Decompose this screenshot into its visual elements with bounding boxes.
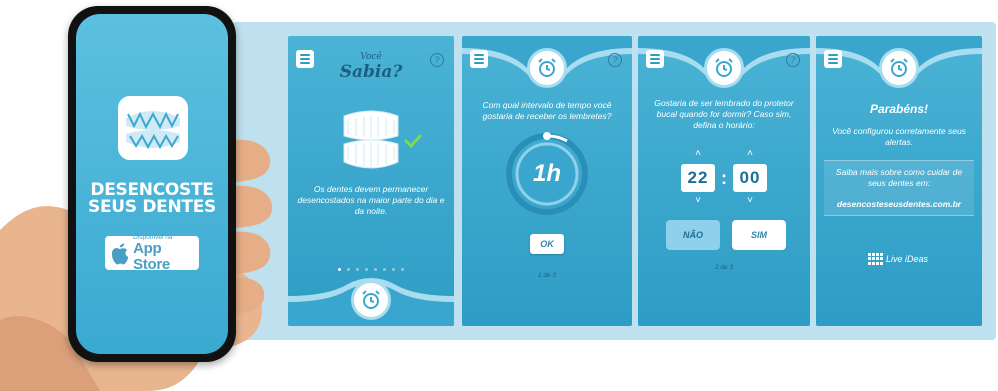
app-store-text: Disponível na App Store <box>133 234 199 273</box>
screen-congrats: Parabéns! Você configurou corretamente s… <box>816 36 982 326</box>
voce-label: Você <box>360 52 382 62</box>
help-button[interactable]: ? <box>786 53 800 67</box>
hour-down-chevron-icon[interactable]: ˅ <box>693 196 703 206</box>
page-dot-active[interactable] <box>338 268 341 271</box>
page-dot[interactable] <box>347 268 350 271</box>
alarm-clock-icon <box>879 48 919 88</box>
app-store-big: App Store <box>133 239 170 273</box>
app-title-line2: SEUS DENTES <box>88 197 216 217</box>
alarm-clock-icon <box>527 48 567 88</box>
teeth-icon <box>118 96 188 160</box>
ok-button[interactable]: OK <box>530 234 564 254</box>
step-indicator: 2 de 3 <box>714 264 734 271</box>
website-link[interactable]: desencosteseusdentes.com.br <box>824 199 974 210</box>
learn-more-text: Saiba mais sobre como cuidar de seus den… <box>835 167 963 188</box>
page-dot[interactable] <box>365 268 368 271</box>
alarm-clock-icon[interactable] <box>351 280 391 320</box>
interval-value: 1h <box>532 160 561 187</box>
page-dots <box>288 268 454 271</box>
congrats-title: Parabéns! <box>869 102 929 116</box>
alarm-clock-icon <box>704 48 744 88</box>
screen-bedtime: ? Gostaria de ser lembrado do protetor b… <box>638 36 810 326</box>
minute-up-chevron-icon[interactable]: ˄ <box>745 149 755 159</box>
help-button[interactable]: ? <box>608 53 622 67</box>
live-ideas-icon <box>868 253 883 265</box>
minute-down-chevron-icon[interactable]: ˅ <box>745 196 755 206</box>
menu-button[interactable] <box>470 50 488 68</box>
interval-question: Com qual intervalo de tempo você gostari… <box>482 100 612 121</box>
check-icon <box>404 134 422 148</box>
fact-text: Os dentes devem permanecer desencostados… <box>297 184 445 216</box>
minute-field[interactable]: 00 <box>733 164 767 192</box>
phone-device: DESENCOSTE SEUS DENTES Disponível na App… <box>68 6 236 362</box>
no-button[interactable]: NÃO <box>666 220 720 250</box>
screen-interval: ? Com qual intervalo de tempo você gosta… <box>462 36 632 326</box>
app-title: DESENCOSTE SEUS DENTES <box>76 182 228 216</box>
yes-button[interactable]: SIM <box>732 220 786 250</box>
screen-did-you-know: ? Você Sabia? Os dentes devem permanecer… <box>288 36 454 326</box>
phone-screen: DESENCOSTE SEUS DENTES Disponível na App… <box>76 14 228 354</box>
learn-more-box: Saiba mais sobre como cuidar de seus den… <box>824 160 974 216</box>
page-dot[interactable] <box>374 268 377 271</box>
page-dot[interactable] <box>356 268 359 271</box>
time-colon: : <box>721 167 727 188</box>
configured-text: Você configurou corretamente seus alerta… <box>832 126 966 147</box>
step-indicator: 1 de 3 <box>537 272 557 279</box>
page-dot[interactable] <box>383 268 386 271</box>
page-dot[interactable] <box>392 268 395 271</box>
menu-button[interactable] <box>646 50 664 68</box>
hour-up-chevron-icon[interactable]: ˄ <box>693 149 703 159</box>
teeth-icon <box>343 110 399 169</box>
brand-name: Live iDeas <box>886 254 929 264</box>
apple-icon <box>111 243 129 265</box>
brand-logo: Live iDeas <box>868 253 928 265</box>
bedtime-question: Gostaria de ser lembrado do protetor buc… <box>654 98 794 130</box>
app-store-badge[interactable]: Disponível na App Store <box>105 234 199 273</box>
app-showcase: DESENCOSTE SEUS DENTES Disponível na App… <box>0 0 998 391</box>
hour-field[interactable]: 22 <box>681 164 715 192</box>
page-dot[interactable] <box>401 268 404 271</box>
sabia-title: Sabia? <box>339 62 403 82</box>
menu-button[interactable] <box>824 50 842 68</box>
